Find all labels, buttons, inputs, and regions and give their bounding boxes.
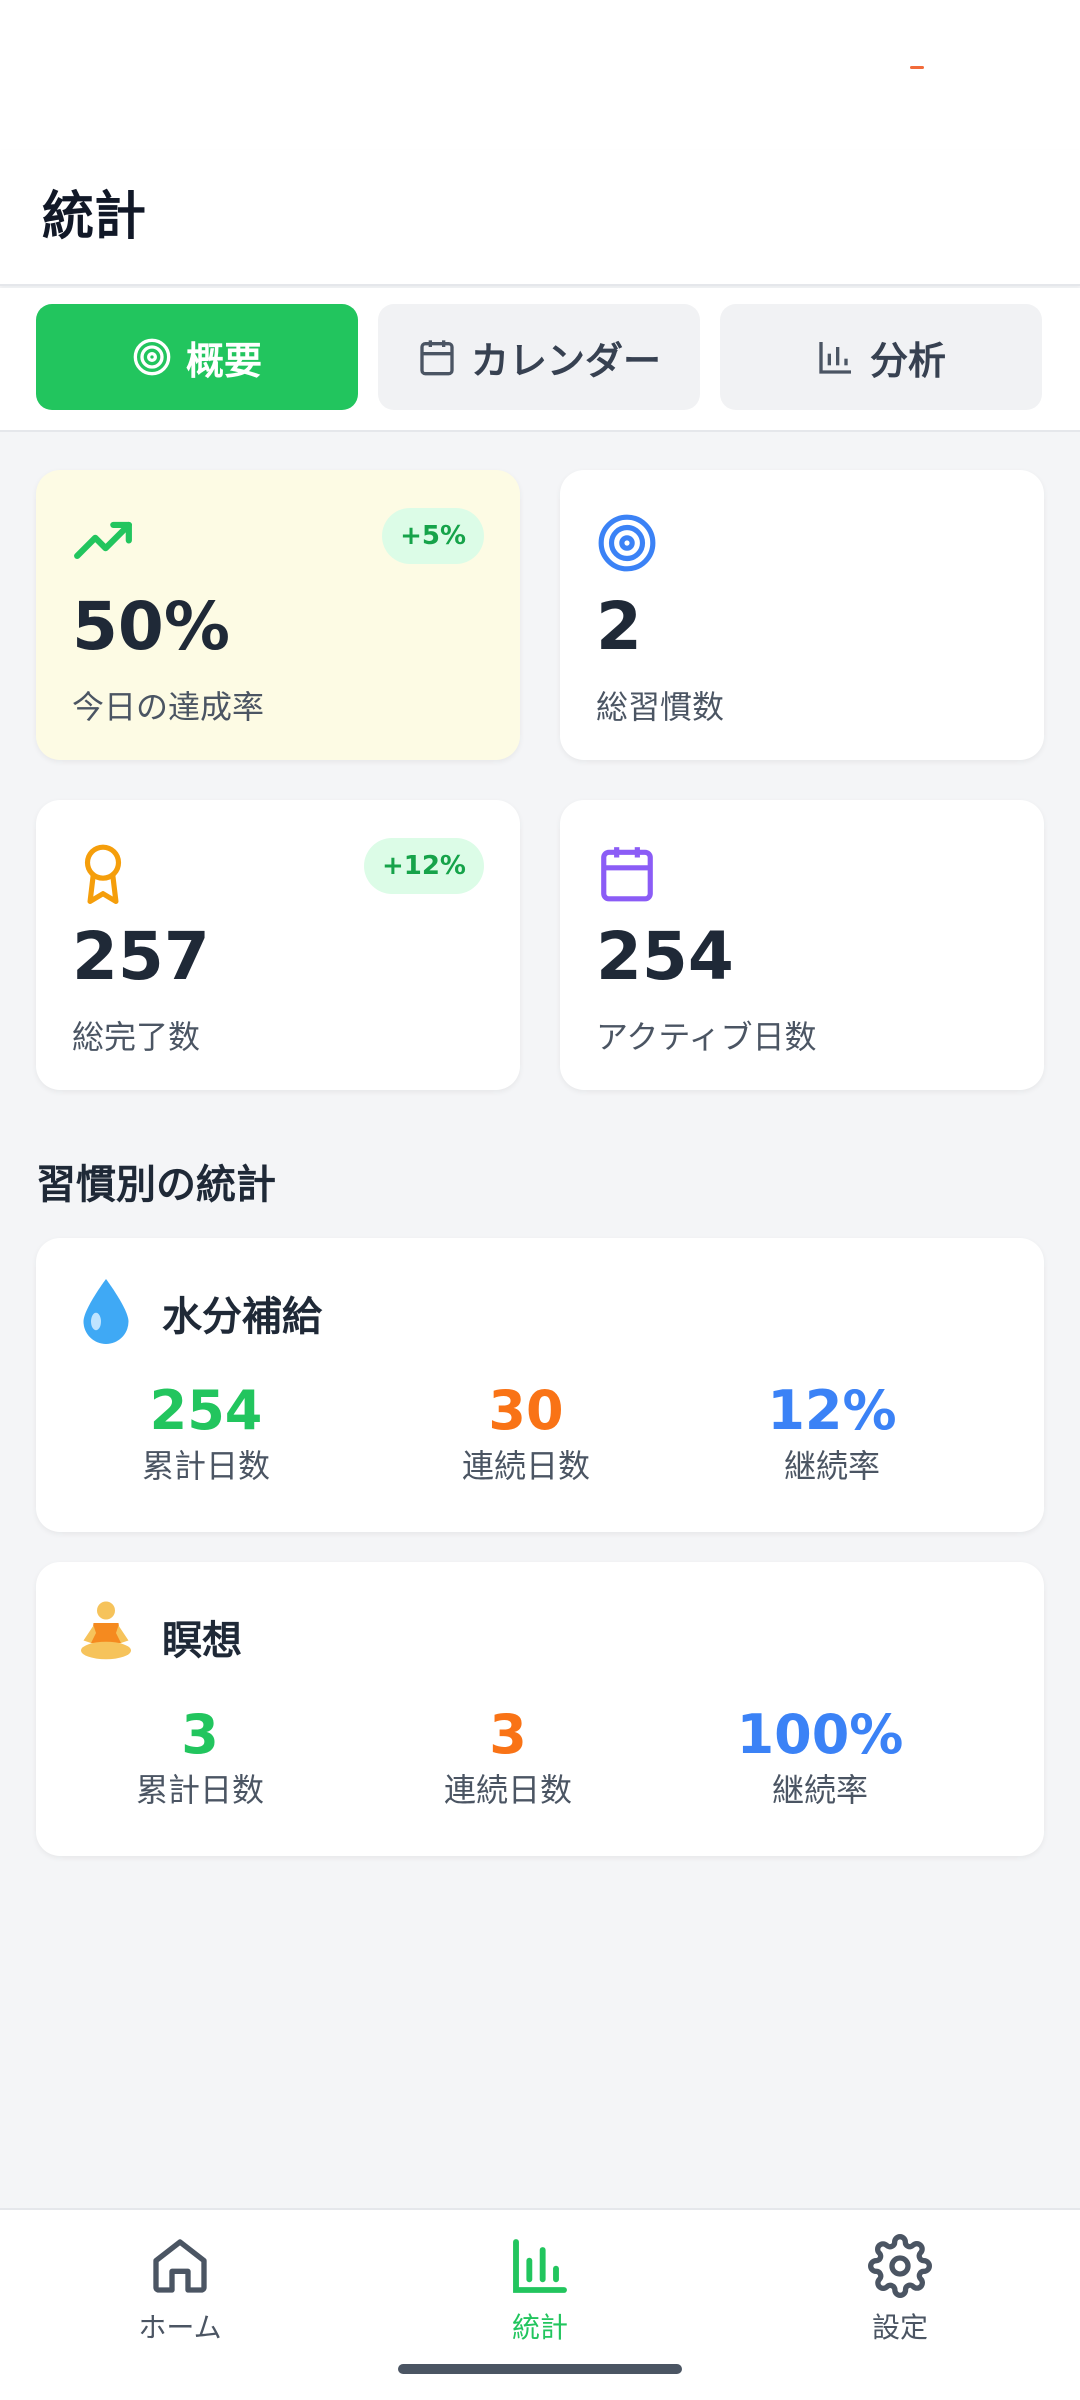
- habit-rate-stat: 12% 継続率: [702, 1378, 962, 1488]
- stat-card-active-days: 254 アクティブ日数: [560, 800, 1044, 1090]
- tab-bar: 概要 カレンダー 分析: [0, 288, 1080, 432]
- stat-card-today-rate: +5% 50% 今日の達成率: [36, 470, 520, 760]
- habit-total-label: 累計日数: [135, 1771, 264, 1809]
- habit-rate-stat: 100% 継続率: [690, 1702, 950, 1812]
- stat-card-total-completions: +12% 257 総完了数: [36, 800, 520, 1090]
- nav-label: ホーム: [138, 2311, 222, 2344]
- trend-badge: +5%: [382, 508, 484, 564]
- habit-total-label: 累計日数: [141, 1447, 270, 1485]
- stat-label: 今日の達成率: [72, 688, 265, 726]
- trending-up-icon: [72, 512, 134, 574]
- tab-overview-label: 概要: [185, 338, 262, 383]
- app-header: 統計: [0, 150, 1080, 286]
- bar-chart-icon: [819, 342, 851, 374]
- tab-analysis-label: 分析: [869, 338, 946, 383]
- droplet-icon: [76, 1274, 136, 1344]
- habit-streak-stat: 3 連続日数: [378, 1702, 638, 1812]
- award-icon: [72, 842, 134, 904]
- stat-label: 総習慣数: [596, 688, 725, 726]
- status-indicator: [910, 66, 924, 69]
- tab-overview[interactable]: 概要: [36, 304, 358, 410]
- habit-rate-value: 100%: [736, 1703, 904, 1766]
- stat-value: 2: [596, 588, 642, 665]
- habit-rate-label: 継続率: [783, 1447, 880, 1485]
- habit-total-value: 254: [149, 1379, 263, 1442]
- habit-streak-value: 3: [489, 1703, 527, 1766]
- target-icon: [596, 512, 658, 574]
- nav-item-stats[interactable]: 統計: [440, 2234, 640, 2346]
- stat-card-total-habits: 2 総習慣数: [560, 470, 1044, 760]
- tab-calendar[interactable]: カレンダー: [378, 304, 700, 410]
- home-icon: [153, 2239, 207, 2293]
- calendar-icon: [420, 340, 454, 376]
- calendar-icon: [596, 842, 658, 904]
- habit-total-stat: 254 累計日数: [76, 1378, 336, 1488]
- habit-streak-value: 30: [488, 1379, 564, 1442]
- tab-calendar-label: カレンダー: [470, 338, 661, 383]
- home-indicator[interactable]: [398, 2364, 682, 2374]
- habit-streak-label: 連続日数: [461, 1447, 590, 1485]
- nav-label: 設定: [871, 2311, 928, 2344]
- habit-name: 瞑想: [162, 1618, 242, 1664]
- habit-total-stat: 3 累計日数: [70, 1702, 330, 1812]
- habit-card-meditation[interactable]: 瞑想 3 累計日数 3 連続日数 100% 継続率: [36, 1562, 1044, 1856]
- stat-label: アクティブ日数: [596, 1018, 817, 1056]
- bar-chart-icon: [513, 2239, 567, 2293]
- stat-label: 総完了数: [72, 1018, 201, 1056]
- habit-streak-stat: 30 連続日数: [396, 1378, 656, 1488]
- stat-value: 50%: [72, 588, 230, 665]
- page-title: 統計: [42, 187, 147, 247]
- habit-rate-value: 12%: [767, 1379, 897, 1442]
- stat-value: 254: [596, 918, 734, 995]
- meditation-icon: [76, 1598, 136, 1668]
- habit-name: 水分補給: [162, 1294, 322, 1340]
- section-title: 習慣別の統計: [36, 1162, 276, 1208]
- habit-total-value: 3: [181, 1703, 219, 1766]
- habit-streak-label: 連続日数: [443, 1771, 572, 1809]
- habit-card-hydration[interactable]: 水分補給 254 累計日数 30 連続日数 12% 継続率: [36, 1238, 1044, 1532]
- stat-value: 257: [72, 918, 210, 995]
- target-icon: [133, 338, 171, 376]
- trend-badge: +12%: [363, 838, 484, 894]
- tab-analysis[interactable]: 分析: [720, 304, 1042, 410]
- gear-icon: [868, 2234, 932, 2298]
- habit-rate-label: 継続率: [771, 1771, 868, 1809]
- nav-item-settings[interactable]: 設定: [800, 2234, 1000, 2346]
- status-bar: [0, 0, 1080, 150]
- nav-item-home[interactable]: ホーム: [80, 2234, 280, 2346]
- nav-label: 統計: [511, 2311, 568, 2344]
